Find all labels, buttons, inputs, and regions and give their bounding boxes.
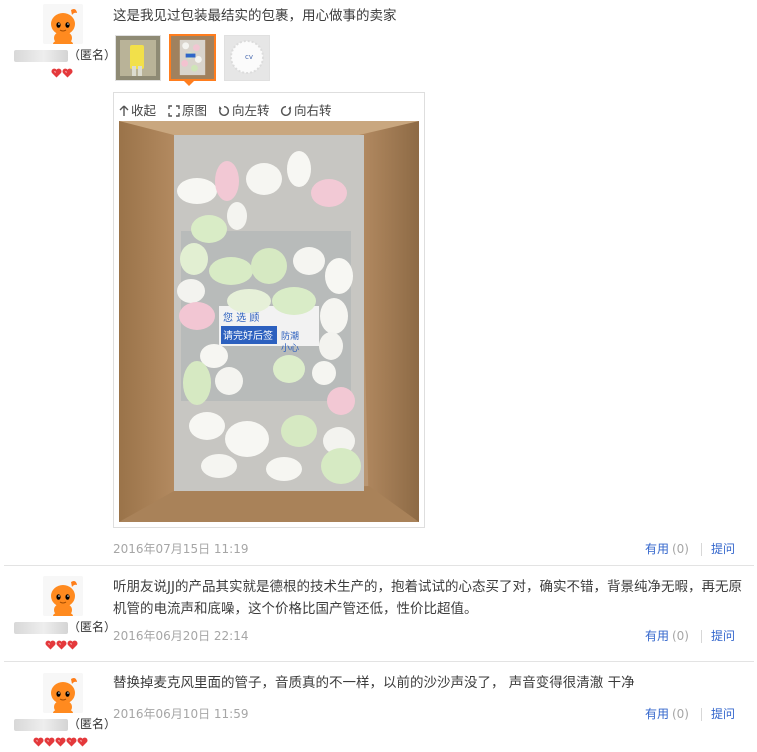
avatar[interactable] [43,576,83,616]
useful-count: (0) [671,542,689,556]
action-separator [700,543,702,556]
svg-text:防潮: 防潮 [281,330,299,342]
review-photo[interactable]: 您 选 顾 请完好后签 防潮 小心 [119,121,419,522]
masked-username [14,49,68,62]
action-separator [700,630,702,643]
masked-username [14,621,68,634]
taobao-doll-icon [43,4,83,44]
heart-icon [45,640,56,650]
useful-label: 有用 [644,542,669,556]
review-date: 2016年06月20日 22:14 [113,629,249,643]
thumbnail-image [116,36,160,80]
user-level-hearts [45,639,78,654]
rotate-right-icon [280,105,292,116]
thumbnail-yellow-item[interactable] [115,35,161,81]
packing-box-photo: 您 选 顾 请完好后签 防潮 小心 [119,121,419,522]
heart-icon [55,737,66,747]
heart-icon [44,737,55,747]
useful-label: 有用 [644,629,669,643]
review-date: 2016年07月15日 11:19 [113,542,249,556]
thumbnail-white-fluffy[interactable]: cv [224,35,270,81]
action-separator [700,708,702,721]
review-actions: 有用 (0) 提问 [645,705,735,722]
thumbnail-image [171,36,214,79]
avatar[interactable] [43,673,83,713]
heart-icon [33,737,44,747]
useful-count: (0) [671,629,689,643]
fullscreen-icon [168,105,180,117]
collapse-up-icon [119,105,129,116]
anonymous-label: （匿名） [68,620,117,634]
rotate-right-label: 向右转 [294,103,332,118]
useful-button[interactable]: 有用 (0) [645,629,689,643]
heart-icon [62,68,73,78]
anonymous-label: （匿名） [68,717,117,731]
image-viewer-toolbar: 收起 原图 向左转 向右转 [114,93,424,121]
taobao-doll-icon [43,673,83,713]
reply-button[interactable]: 提问 [711,707,735,721]
review-item: （匿名） 听朋友说JJ的产品其实就是德根的技术生产的，抱着试试的心态买了对，确实… [0,566,757,662]
user-name: （匿名） [14,618,116,635]
thumbnail-image: cv [225,36,269,80]
review-actions: 有用 (0) 提问 [645,540,735,557]
svg-text:请完好后签: 请完好后签 [223,329,273,342]
heart-icon [56,640,67,650]
review-text: 这是我见过包装最结实的包裹，用心做事的卖家 [113,8,397,24]
heart-icon [66,737,77,747]
review-item: （匿名） 这是我见过包装最结实的包裹，用心做事的卖家 cv 收起 原图 向左转 … [0,0,757,565]
review-text: 听朋友说JJ的产品其实就是德根的技术生产的，抱着试试的心态买了对，确实不错，背景… [113,579,742,617]
user-name: （匿名） [14,46,116,63]
user-level-hearts [33,736,88,751]
useful-button[interactable]: 有用 (0) [645,707,689,721]
selected-thumbnail-indicator [183,80,195,86]
heart-icon [51,68,62,78]
heart-icon [77,737,88,747]
heart-icon [67,640,78,650]
image-viewer: 收起 原图 向左转 向右转 您 选 顾 请完好后签 防潮 小心 [113,92,425,528]
original-image-button[interactable]: 原图 [168,100,207,119]
rotate-left-button[interactable]: 向左转 [218,100,270,119]
masked-username [14,718,68,731]
collapse-label: 收起 [131,103,157,118]
thumbnail-packing-box[interactable] [169,34,216,81]
svg-text:您 选 顾: 您 选 顾 [223,311,259,324]
rotate-right-button[interactable]: 向右转 [280,100,332,119]
review-item: （匿名） 替换掉麦克风里面的管子，音质真的不一样，以前的沙沙声没了， 声音变得很… [0,662,757,752]
review-text: 替换掉麦克风里面的管子，音质真的不一样，以前的沙沙声没了， 声音变得很清澈 干净 [113,675,635,691]
reply-button[interactable]: 提问 [711,542,735,556]
avatar[interactable] [43,4,83,44]
review-actions: 有用 (0) 提问 [645,627,735,644]
user-name: （匿名） [14,715,116,732]
useful-count: (0) [671,707,689,721]
collapse-button[interactable]: 收起 [119,100,156,119]
useful-label: 有用 [644,707,669,721]
review-date: 2016年06月10日 11:59 [113,707,249,721]
original-image-label: 原图 [182,103,208,118]
anonymous-label: （匿名） [68,48,117,62]
user-level-hearts [51,67,73,82]
svg-text:cv: cv [245,53,253,61]
useful-button[interactable]: 有用 (0) [645,542,689,556]
taobao-doll-icon [43,576,83,616]
rotate-left-label: 向左转 [232,103,270,118]
svg-text:小心: 小心 [281,343,299,354]
reply-button[interactable]: 提问 [711,629,735,643]
rotate-left-icon [218,105,230,116]
